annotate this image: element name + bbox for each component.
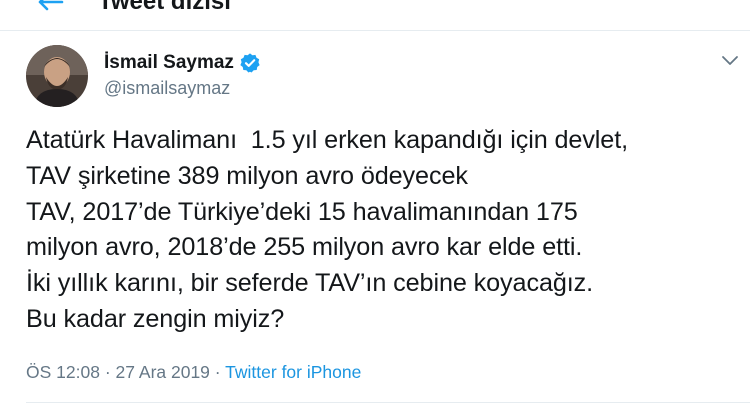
back-arrow-icon[interactable] [36, 0, 64, 12]
tweet-line: milyon avro, 2018’de 255 milyon avro kar… [26, 233, 583, 262]
tweet-line: TAV şirketine 389 milyon avro ödeyecek [26, 161, 468, 190]
author-handle[interactable]: @ismailsaymaz [104, 78, 230, 99]
avatar-image [26, 45, 88, 107]
tweet-date[interactable]: 27 Ara 2019 [116, 362, 210, 382]
divider [26, 402, 750, 403]
tweet-line: İki yıllık karını, bir seferde TAV’ın ce… [26, 269, 594, 298]
tweet-meta: ÖS 12:08 · 27 Ara 2019 · Twitter for iPh… [26, 362, 361, 383]
avatar[interactable] [26, 45, 88, 107]
tweet-detail-view: Tweet dizisi İsmail Saymaz @ismailsaymaz… [0, 0, 750, 420]
page-title: Tweet dizisi [98, 0, 231, 15]
author-name-row[interactable]: İsmail Saymaz [104, 52, 261, 74]
chevron-down-icon[interactable] [721, 55, 739, 67]
meta-separator: · [214, 362, 221, 382]
tweet-source-link[interactable]: Twitter for iPhone [225, 362, 361, 382]
tweet-text: Atatürk Havalimanı 1.5 yıl erken kapandı… [26, 123, 738, 338]
tweet-line: TAV, 2017’de Türkiye’deki 15 havalimanın… [26, 197, 578, 226]
tweet-line: Atatürk Havalimanı 1.5 yıl erken kapandı… [26, 126, 629, 154]
tweet-time[interactable]: ÖS 12:08 [26, 362, 100, 382]
tweet-line: Bu kadar zengin miyiz? [26, 304, 285, 333]
top-bar: Tweet dizisi [0, 0, 750, 31]
verified-badge-icon [240, 53, 260, 73]
meta-separator: · [104, 362, 111, 382]
author-name[interactable]: İsmail Saymaz [104, 52, 234, 74]
